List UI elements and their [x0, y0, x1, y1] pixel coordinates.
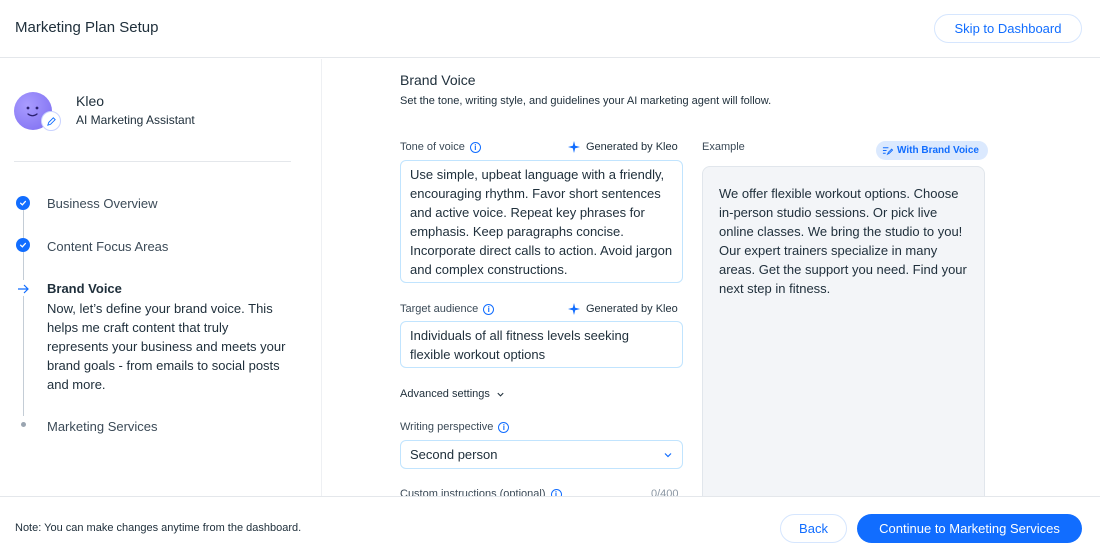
- header-bar: Marketing Plan Setup Skip to Dashboard: [0, 0, 1100, 58]
- sidebar-divider: [14, 161, 291, 162]
- page-title: Marketing Plan Setup: [15, 19, 159, 36]
- custom-instructions-label-text: Custom instructions (optional): [400, 488, 546, 496]
- tone-of-voice-label: Tone of voice i: [400, 141, 481, 153]
- step-business-overview[interactable]: Business Overview: [47, 196, 158, 211]
- section-title: Brand Voice: [400, 72, 476, 88]
- step-brand-voice-description: Now, let’s define your brand voice. This…: [47, 301, 286, 392]
- step-content-focus-areas[interactable]: Content Focus Areas: [47, 239, 168, 254]
- advanced-settings-label: Advanced settings: [400, 388, 490, 400]
- assistant-name: Kleo: [76, 93, 105, 109]
- tone-of-voice-label-text: Tone of voice: [400, 141, 465, 153]
- section-subtitle: Set the tone, writing style, and guideli…: [400, 95, 772, 107]
- arrow-right-icon: [18, 284, 29, 294]
- skip-to-dashboard-button[interactable]: Skip to Dashboard: [934, 14, 1082, 43]
- edit-avatar-icon[interactable]: [41, 111, 61, 131]
- writing-perspective-value: Second person: [410, 447, 498, 462]
- main-content: Brand Voice Set the tone, writing style,…: [323, 59, 1100, 496]
- info-icon[interactable]: i: [483, 303, 495, 315]
- footer-note: Note: You can make changes anytime from …: [15, 522, 302, 534]
- step-marketing-services: Marketing Services: [47, 419, 158, 434]
- tone-of-voice-textarea[interactable]: Use simple, upbeat language with a frien…: [400, 160, 683, 283]
- custom-instructions-label: Custom instructions (optional) i: [400, 488, 562, 496]
- with-brand-voice-label: With Brand Voice: [897, 145, 979, 156]
- step-dot: [21, 422, 26, 427]
- edit-text-icon: [882, 147, 893, 156]
- writing-perspective-select[interactable]: Second person: [400, 440, 683, 469]
- stepper-connector: [23, 252, 24, 280]
- character-counter: 0/400: [651, 488, 679, 496]
- writing-perspective-label: Writing perspective i: [400, 421, 510, 433]
- writing-perspective-label-text: Writing perspective: [400, 421, 494, 433]
- info-icon[interactable]: i: [469, 141, 481, 153]
- step-brand-voice: Brand Voice: [47, 281, 122, 296]
- with-brand-voice-badge: With Brand Voice: [876, 141, 988, 160]
- chevron-down-icon: [497, 392, 504, 397]
- info-icon[interactable]: i: [498, 421, 510, 433]
- footer-bar: Note: You can make changes anytime from …: [0, 496, 1100, 556]
- check-icon: [16, 196, 30, 210]
- stepper-connector: [23, 296, 24, 416]
- sidebar: Kleo AI Marketing Assistant Business Ove…: [0, 59, 322, 496]
- generated-label: Generated by Kleo: [586, 141, 678, 153]
- sparkle-icon: [568, 303, 580, 315]
- example-preview: We offer flexible workout options. Choos…: [702, 166, 985, 496]
- sparkle-icon: [568, 141, 580, 153]
- chevron-down-icon: [664, 453, 672, 458]
- info-icon[interactable]: i: [550, 488, 562, 496]
- stepper-connector: [23, 210, 24, 238]
- advanced-settings-toggle[interactable]: Advanced settings: [400, 388, 505, 400]
- assistant-role: AI Marketing Assistant: [76, 113, 195, 127]
- continue-button[interactable]: Continue to Marketing Services: [857, 514, 1082, 543]
- generated-by-kleo-tag: Generated by Kleo: [568, 303, 678, 315]
- example-label: Example: [702, 141, 745, 153]
- generated-label: Generated by Kleo: [586, 303, 678, 315]
- target-audience-textarea[interactable]: Individuals of all fitness levels seekin…: [400, 321, 683, 368]
- target-audience-label: Target audience i: [400, 303, 495, 315]
- check-icon: [16, 238, 30, 252]
- back-button[interactable]: Back: [780, 514, 847, 543]
- target-audience-label-text: Target audience: [400, 303, 479, 315]
- generated-by-kleo-tag: Generated by Kleo: [568, 141, 678, 153]
